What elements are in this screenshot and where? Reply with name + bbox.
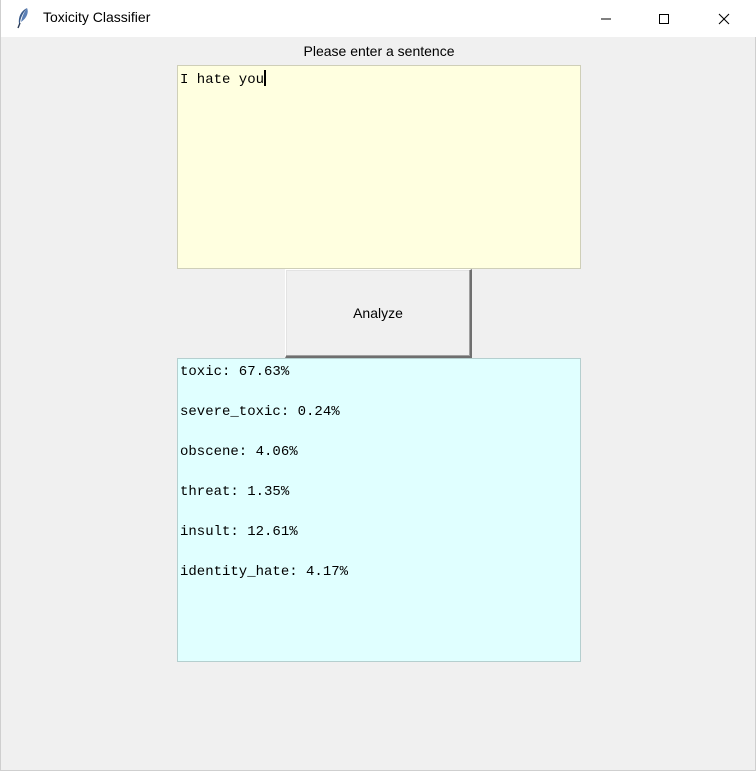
title-bar[interactable]: Toxicity Classifier bbox=[1, 0, 756, 37]
maximize-button[interactable] bbox=[635, 0, 693, 37]
close-button[interactable] bbox=[695, 0, 753, 37]
result-line-toxic: toxic: 67.63% bbox=[180, 364, 290, 380]
result-line-threat: threat: 1.35% bbox=[180, 484, 290, 500]
window-title: Toxicity Classifier bbox=[43, 9, 151, 25]
app-window: Toxicity Classifier Please enter a sente… bbox=[0, 0, 756, 771]
close-icon bbox=[718, 13, 730, 25]
prompt-label: Please enter a sentence bbox=[303, 43, 455, 59]
analyze-button-label: Analyze bbox=[353, 305, 403, 321]
result-line-obscene: obscene: 4.06% bbox=[180, 444, 298, 460]
maximize-icon bbox=[658, 13, 670, 25]
text-cursor bbox=[264, 70, 267, 86]
sentence-input[interactable]: I hate you bbox=[177, 65, 581, 269]
minimize-button[interactable] bbox=[577, 0, 635, 37]
result-line-identity-hate: identity_hate: 4.17% bbox=[180, 564, 349, 580]
minimize-icon bbox=[600, 13, 612, 25]
results-output[interactable]: toxic: 67.63% severe_toxic: 0.24% obscen… bbox=[177, 358, 581, 662]
sentence-input-text: I hate you bbox=[180, 72, 265, 88]
feather-icon bbox=[15, 7, 31, 29]
result-line-severe-toxic: severe_toxic: 0.24% bbox=[180, 404, 340, 420]
analyze-button[interactable]: Analyze bbox=[285, 269, 472, 358]
result-line-insult: insult: 12.61% bbox=[180, 524, 298, 540]
